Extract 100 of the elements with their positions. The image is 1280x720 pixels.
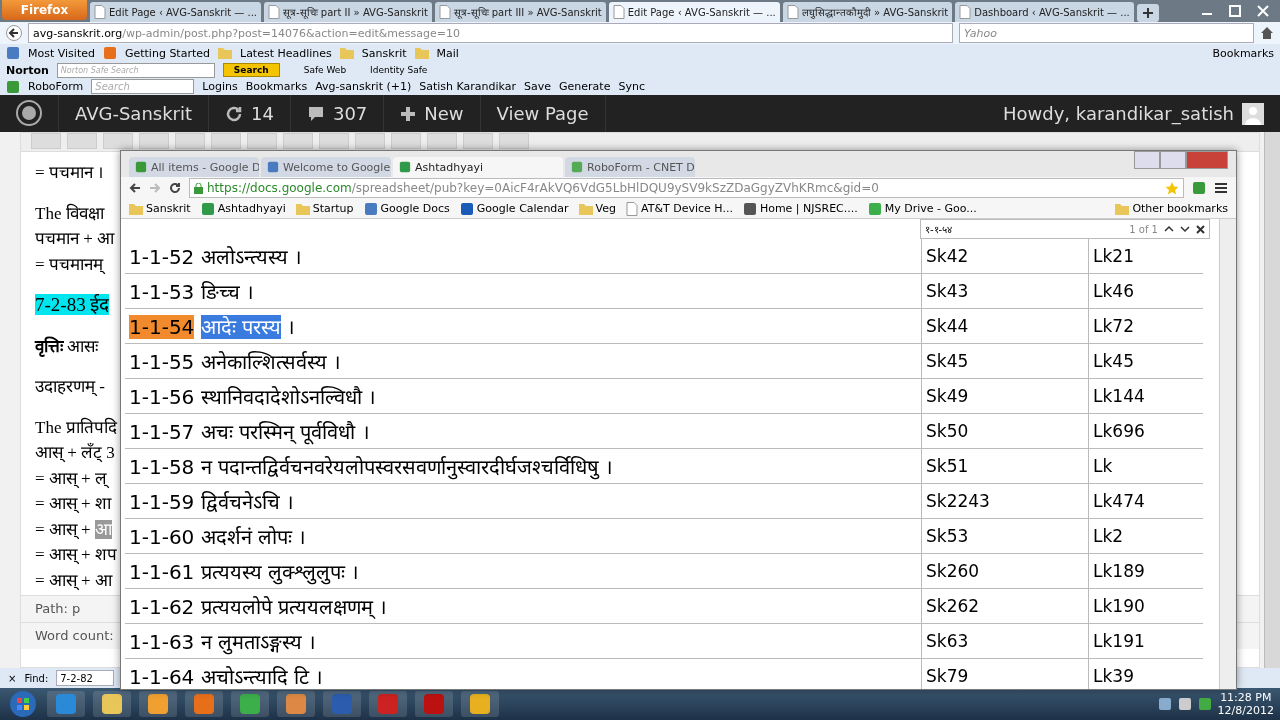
updates-link[interactable]: 14	[251, 103, 274, 124]
bookmark-icon	[867, 201, 882, 216]
table-cell: Sk44	[921, 308, 1089, 344]
find-box[interactable]: १-१-५४ 1 of 1	[920, 219, 1210, 239]
address-bar[interactable]: avg-sanskrit.org/wp-admin/post.php?post=14076&action=edit&message=10	[28, 23, 953, 43]
bookmarks-menu[interactable]: Bookmarks	[1212, 46, 1274, 60]
home-icon[interactable]	[1260, 26, 1274, 40]
toolbar-item[interactable]: Safe Web	[303, 65, 347, 75]
table-cell: 1-1-61 प्रत्ययस्य लुक्श्लुलुपः ।	[125, 553, 922, 589]
toolbar-item[interactable]: Generate	[559, 80, 611, 93]
editor-text: = आस् + आ	[35, 569, 112, 592]
reload-icon[interactable]	[169, 182, 181, 194]
toolbar-button[interactable]	[391, 133, 421, 149]
browser-tab[interactable]: सूत्र-सूचिः part III » AVG-Sanskrit	[434, 2, 606, 22]
browser-tab[interactable]: Welcome to Google	[261, 157, 391, 177]
bookmark-link[interactable]: Getting Started	[124, 46, 210, 60]
table-cell: Lk189	[1088, 553, 1203, 589]
toolbar-button[interactable]	[499, 133, 529, 149]
comments-link[interactable]: 307	[332, 103, 368, 124]
down-icon[interactable]	[1180, 225, 1190, 233]
minimize-button[interactable]	[1134, 151, 1160, 169]
bookmark-link[interactable]: Latest Headlines	[240, 46, 332, 60]
toolbar-button[interactable]	[463, 133, 493, 149]
clock-time[interactable]: 11:28 PM	[1220, 691, 1272, 704]
scrollbar[interactable]	[1219, 219, 1236, 689]
table-cell: Lk190	[1088, 588, 1203, 624]
browser-tab[interactable]: Edit Page ‹ AVG-Sanskrit — ...	[90, 2, 262, 22]
browser-tab[interactable]: Ashtadhyayi	[393, 157, 563, 177]
bookmark-link[interactable]: Other bookmarks	[1132, 202, 1228, 215]
bookmark-link[interactable]: Veg	[595, 202, 616, 215]
back-icon[interactable]	[6, 25, 22, 41]
toolbar-item[interactable]: Logins	[202, 80, 238, 93]
toolbar-button[interactable]	[283, 133, 313, 149]
toolbar-button[interactable]	[211, 133, 241, 149]
bookmark-icon	[200, 201, 215, 216]
table-cell: Lk45	[1088, 343, 1203, 379]
toolbar-button[interactable]	[427, 133, 457, 149]
close-icon[interactable]	[1196, 224, 1205, 234]
bookmark-link[interactable]: My Drive - Goo...	[884, 202, 977, 215]
browser-tab[interactable]: सूत्र-सूचिः part II » AVG-Sanskrit	[264, 2, 432, 22]
new-link[interactable]: New	[424, 103, 464, 124]
browser-tab[interactable]: RoboForm - CNET D	[565, 157, 695, 177]
bookmark-link[interactable]: Home | NJSREC....	[759, 202, 858, 215]
speech-bubble-icon	[306, 104, 325, 123]
table-cell: 1-1-54 आदेः परस्य ।	[125, 308, 922, 344]
table-cell: 1-1-55 अनेकाल्शित्सर्वस्य ।	[125, 343, 922, 379]
toolbar-item[interactable]: Avg-sanskrit (+1)	[315, 80, 412, 93]
bookmark-icon	[363, 201, 378, 216]
search-button[interactable]: Search	[222, 63, 280, 77]
bookmark-link[interactable]: Mail	[436, 46, 459, 60]
table-cell: Lk	[1088, 448, 1203, 484]
refresh-icon	[225, 104, 244, 123]
search-field[interactable]: Yahoo	[959, 23, 1254, 43]
find-label: Find:	[24, 672, 49, 684]
browser-tab[interactable]: All items - Google D	[129, 157, 259, 177]
browser-tab[interactable]: लघुसिद्धान्तकौमुदी » AVG-Sanskrit	[782, 2, 953, 22]
close-button[interactable]	[1186, 151, 1228, 169]
up-icon[interactable]	[1164, 225, 1174, 233]
bookmark-link[interactable]: Sanskrit	[146, 202, 191, 215]
table-cell: Sk50	[921, 413, 1089, 449]
browser-tab[interactable]: Dashboard ‹ AVG-Sanskrit — ...	[955, 2, 1134, 22]
clock-date[interactable]: 12/8/2012	[1217, 704, 1274, 717]
star-icon[interactable]	[1165, 181, 1179, 195]
bookmark-link[interactable]: Most Visited	[28, 46, 95, 60]
page-icon	[959, 5, 972, 19]
browser-tab[interactable]: Edit Page ‹ AVG-Sanskrit — ...	[608, 2, 780, 22]
table-cell: Sk51	[921, 448, 1089, 484]
toolbar-item[interactable]: Identity Safe	[370, 65, 428, 75]
roboform-label[interactable]: RoboForm	[28, 80, 84, 93]
bookmark-link[interactable]: Google Docs	[380, 202, 450, 215]
toolbar-button[interactable]	[247, 133, 277, 149]
find-field[interactable]: 7-2-82	[56, 670, 115, 686]
toolbar-item[interactable]: Satish Karandikar	[419, 80, 517, 93]
toolbar-button[interactable]	[355, 133, 385, 149]
toolbar-button[interactable]	[319, 133, 349, 149]
toolbar-button[interactable]	[103, 133, 133, 149]
bookmark-link[interactable]: Sanskrit	[361, 46, 407, 60]
toolbar-button[interactable]	[175, 133, 205, 149]
back-icon[interactable]	[129, 182, 141, 194]
toolbar-item[interactable]: Save	[524, 80, 552, 93]
table-cell: 1-1-64 अचोऽन्त्यादि टि ।	[125, 658, 922, 689]
scrollbar[interactable]	[1264, 132, 1280, 668]
forward-icon[interactable]	[149, 182, 161, 194]
maximize-icon[interactable]	[1228, 4, 1242, 18]
bookmark-link[interactable]: Startup	[312, 202, 354, 215]
plus-icon	[400, 105, 417, 122]
maximize-button[interactable]	[1160, 151, 1186, 169]
address-bar[interactable]: https://docs.google.com/spreadsheet/pub?key=0AicF4rAkVQ6VdG5LbHlDQU9ySV9kSzZDaGgyZVhKRmc&gid=0	[189, 178, 1184, 198]
new-tab-icon[interactable]	[1136, 4, 1159, 22]
bookmark-link[interactable]: Google Calendar	[476, 202, 569, 215]
account-menu[interactable]: Howdy, karandikar_satish	[1003, 103, 1234, 124]
menu-icon[interactable]	[1214, 181, 1228, 195]
avatar-icon[interactable]	[1242, 102, 1264, 125]
toolbar-item[interactable]: Sync	[618, 80, 645, 93]
editor-text: The प्रातिपदि	[35, 416, 117, 439]
toolbar-item[interactable]: Bookmarks	[245, 80, 308, 93]
bookmark-link[interactable]: Ashtadhyayi	[217, 202, 286, 215]
toolbar-button[interactable]	[139, 133, 169, 149]
close-icon[interactable]: ×	[8, 672, 17, 684]
bookmark-link[interactable]: AT&T Device H...	[641, 202, 733, 215]
